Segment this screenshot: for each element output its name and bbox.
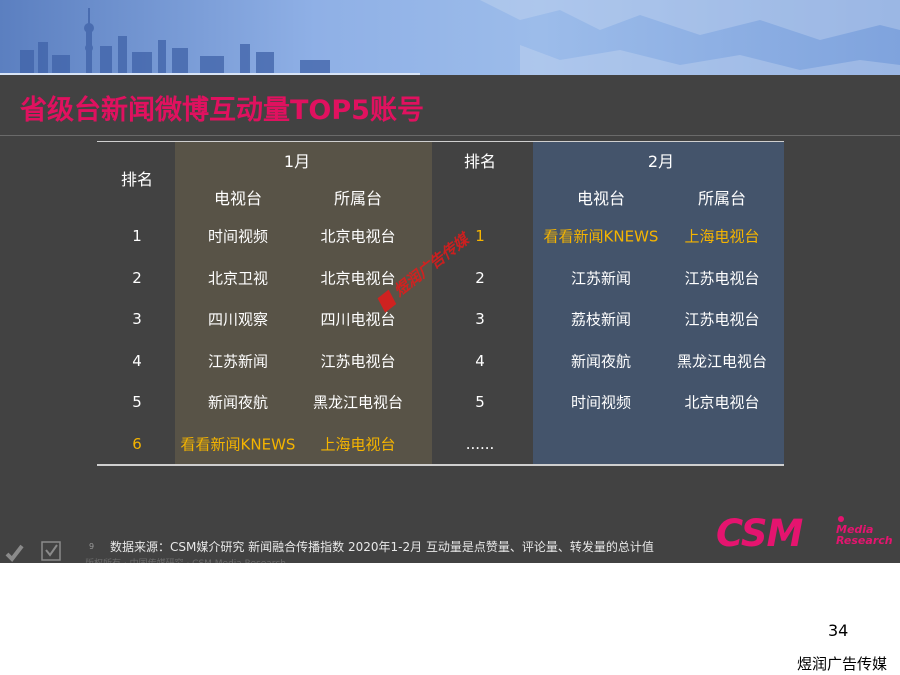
feb-row-2-station: 江苏新闻: [570, 269, 632, 288]
feb-row-3-station: 荔枝新闻: [570, 310, 632, 329]
jan-row-4-rank: 4: [132, 352, 142, 370]
feb-owner-header: 所属台: [697, 189, 747, 208]
jan-row-6-rank: 6: [132, 435, 142, 453]
jan-row-6-owner: 上海电视台: [320, 435, 396, 454]
data-source-note: 数据来源：CSM媒介研究 新闻融合传播指数 2020年1-2月 互动量是点赞量、…: [110, 540, 654, 554]
jan-row-5-rank: 5: [132, 393, 142, 411]
feb-row-3-owner: 江苏电视台: [684, 310, 760, 329]
feb-row-1-owner: 上海电视台: [684, 227, 760, 246]
jan-station-header: 电视台: [213, 189, 263, 208]
feb-header: 2月: [647, 152, 675, 171]
jan-row-1-owner: 北京电视台: [320, 227, 396, 246]
jan-row-4-station: 江苏新闻: [207, 352, 269, 371]
feb-row-6-rank: ......: [465, 435, 495, 453]
jan-row-1-rank: 1: [132, 227, 142, 245]
feb-row-1-station: 看看新闻KNEWS: [543, 227, 659, 246]
jan-header: 1月: [283, 152, 311, 171]
city-skyline-graphic: [20, 0, 900, 75]
jan-row-2-rank: 2: [132, 269, 142, 287]
banner-underline: [0, 73, 420, 75]
rank-header-jan: 排名: [120, 170, 154, 189]
table-bottom-rule: [97, 464, 784, 466]
brand-caption: 煜润广告传媒: [797, 655, 888, 673]
rank-header-feb: 排名: [463, 152, 497, 171]
csm-logo-subtitle: Media Research: [836, 523, 893, 547]
feb-station-header: 电视台: [576, 189, 626, 208]
feb-row-5-station: 时间视频: [570, 393, 632, 412]
jan-row-4-owner: 江苏电视台: [320, 352, 396, 371]
jan-row-2-station: 北京卫视: [207, 269, 269, 288]
footer-number: 9: [89, 542, 95, 551]
jan-row-3-station: 四川观察: [207, 310, 269, 329]
feb-row-4-owner: 黑龙江电视台: [676, 352, 768, 371]
jan-owner-header: 所属台: [333, 189, 383, 208]
title-divider: [0, 135, 900, 136]
feb-panel-background: [533, 142, 784, 464]
feb-row-4-rank: 4: [475, 352, 485, 370]
table-top-rule: [97, 141, 784, 142]
feb-row-1-rank: 1: [475, 227, 485, 245]
jan-row-6-station: 看看新闻KNEWS: [180, 435, 296, 454]
feb-row-2-owner: 江苏电视台: [684, 269, 760, 288]
jan-row-2-owner: 北京电视台: [320, 269, 396, 288]
jan-row-5-owner: 黑龙江电视台: [312, 393, 404, 412]
footer-faint-text: 版权所有 · 中国传媒研究 · CSM Media Research: [85, 556, 425, 563]
slide: 省级台新闻微博互动量TOP5账号 排名 1月 电视台 所属台 排名 2月 电视台…: [0, 0, 900, 563]
feb-row-2-rank: 2: [475, 269, 485, 287]
jan-row-3-rank: 3: [132, 310, 142, 328]
feb-row-3-rank: 3: [475, 310, 485, 328]
feb-row-5-owner: 北京电视台: [684, 393, 760, 412]
checkmark-icons: [5, 541, 61, 563]
feb-row-5-rank: 5: [475, 393, 485, 411]
jan-row-5-station: 新闻夜航: [207, 393, 269, 412]
csm-logo-dot-icon: [838, 516, 844, 522]
slide-title: 省级台新闻微博互动量TOP5账号: [20, 95, 424, 126]
csm-logo: CSM: [716, 512, 803, 555]
jan-row-1-station: 时间视频: [207, 227, 269, 246]
page-number: 34: [828, 621, 849, 640]
feb-row-4-station: 新闻夜航: [570, 352, 632, 371]
header-banner: [0, 0, 900, 75]
